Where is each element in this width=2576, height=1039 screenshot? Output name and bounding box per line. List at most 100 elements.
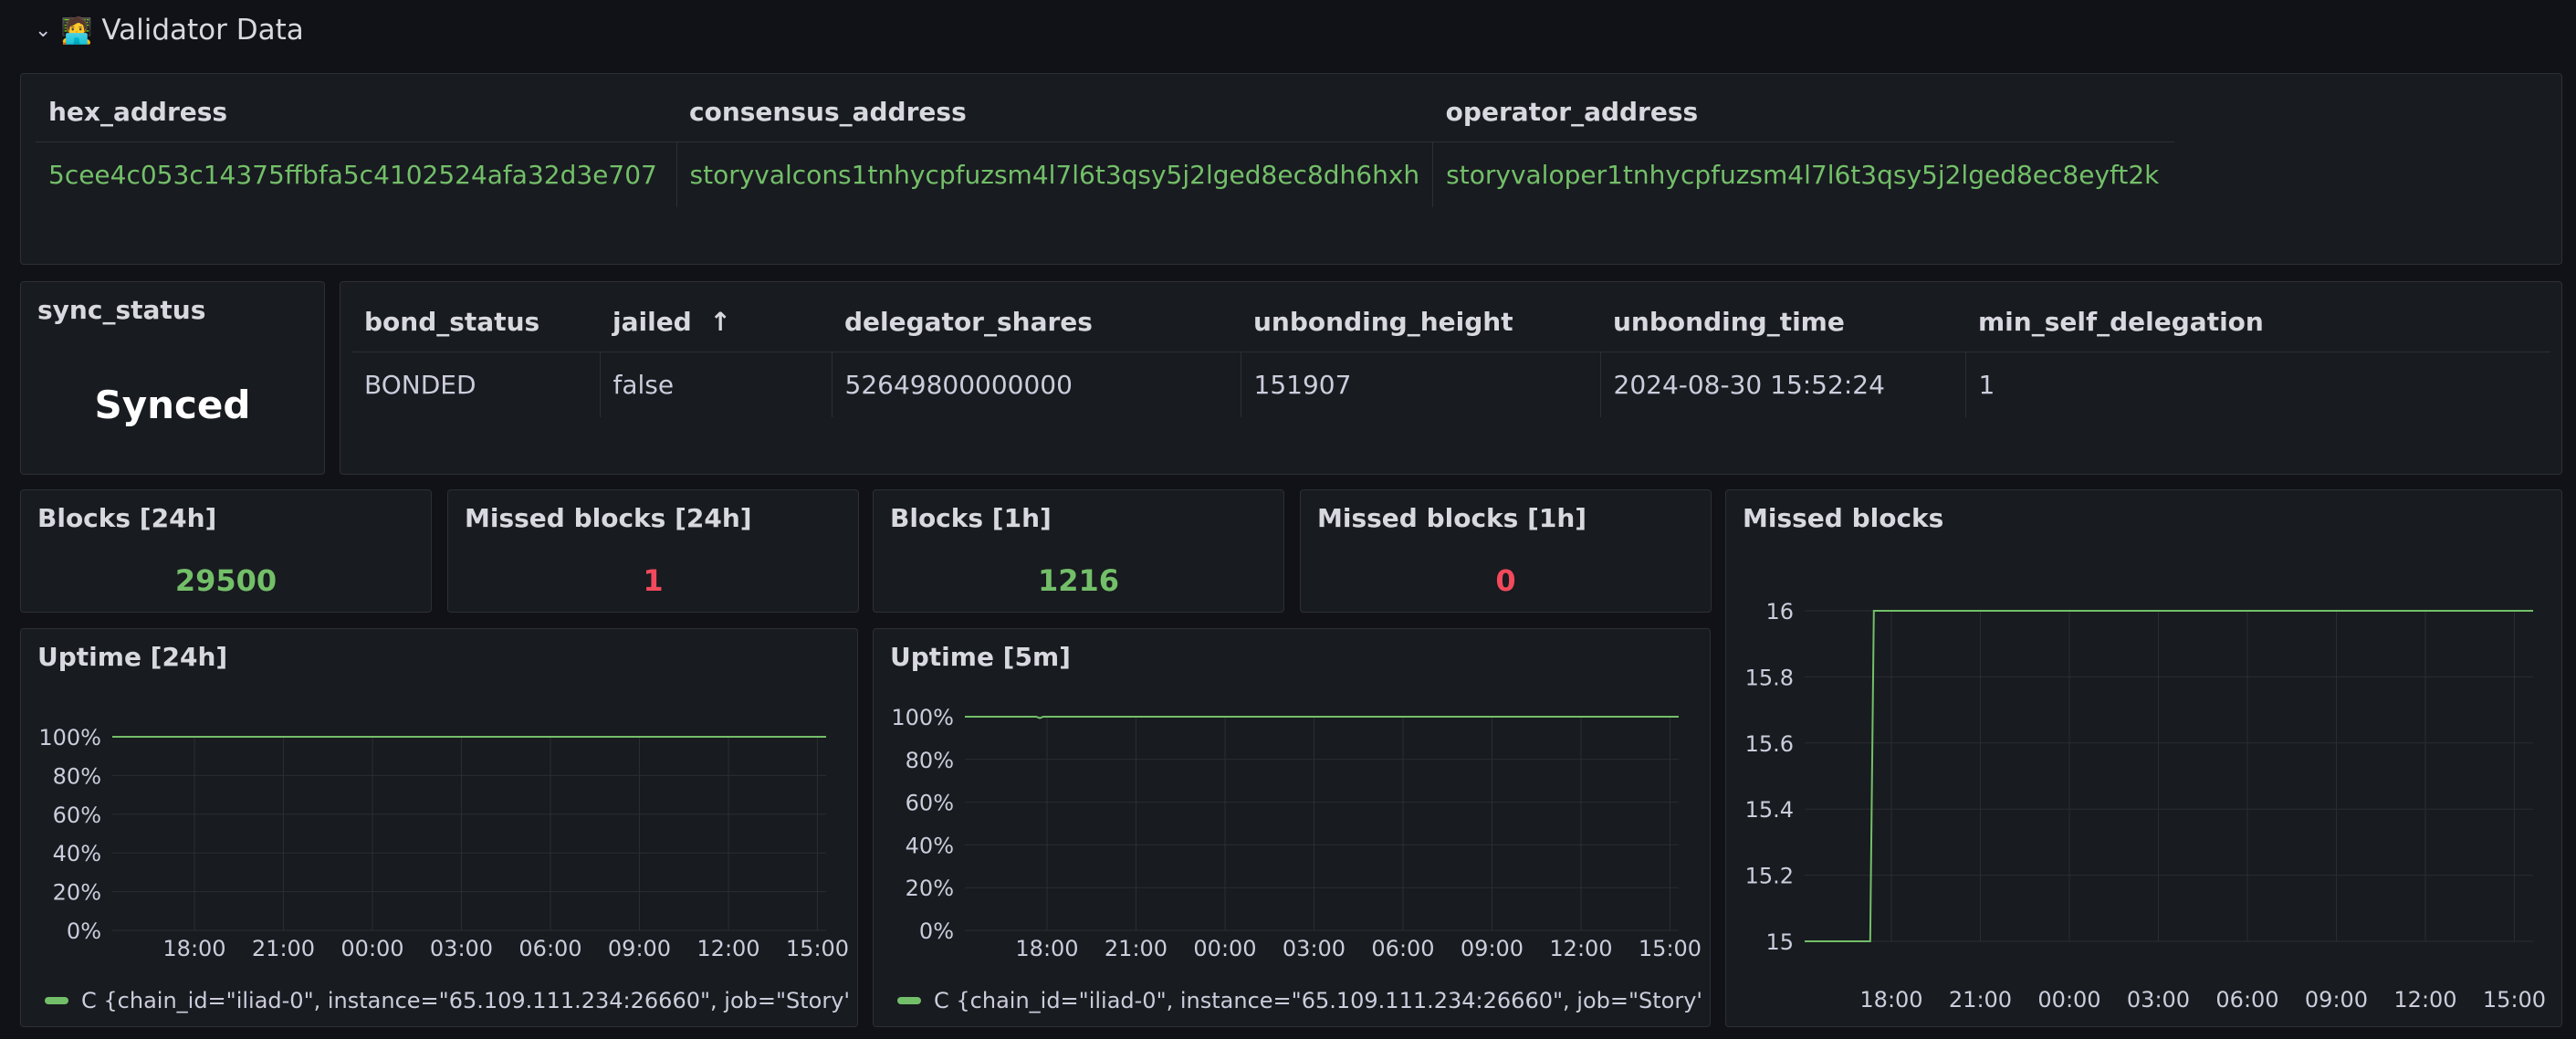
legend-swatch-icon (897, 997, 921, 1004)
x-tick-label: 21:00 (252, 936, 315, 961)
sync-status-panel: sync_status Synced (20, 281, 325, 475)
min-self-delegation-cell: 1 (1978, 369, 1995, 400)
consensus-address-cell: storyvalcons1tnhycpfuzsm4l7l6t3qsy5j2lge… (676, 142, 1434, 207)
column-header-delegator-shares[interactable]: delegator_shares (832, 293, 1241, 352)
unbonding-time-cell: 2024-08-30 15:52:24 (1600, 352, 1966, 417)
row-header-validator-data[interactable]: ⌄ 🧑‍💻 Validator Data (35, 9, 304, 51)
y-tick-label: 80% (906, 748, 954, 773)
delegator-shares-cell: 52649800000000 (832, 352, 1241, 417)
column-header-bond-status[interactable]: bond_status (351, 293, 600, 352)
x-tick-label: 03:00 (1283, 936, 1346, 961)
uptime-5m-panel: Uptime [5m] 0% 20% 40% 60% 80% 100% 18:00 21:00… (873, 628, 1711, 1027)
column-header-consensus-address[interactable]: consensus_address (676, 83, 1433, 142)
y-tick-label: 15.2 (1745, 864, 1794, 889)
technologist-icon: 🧑‍💻 (60, 15, 93, 46)
stat-panel-missed-blocks-24h: Missed blocks [24h] 1 (447, 489, 859, 613)
y-tick-label: 15 (1765, 929, 1794, 955)
y-tick-label: 16 (1765, 599, 1794, 624)
x-tick-label: 06:00 (1371, 936, 1434, 961)
x-tick-label: 03:00 (430, 936, 493, 961)
x-tick-label: 00:00 (1193, 936, 1256, 961)
x-tick-label: 12:00 (2393, 987, 2456, 1013)
jailed-cell: false (600, 352, 832, 417)
stat-value: 0 (1495, 563, 1516, 598)
missed-blocks-chart[interactable]: 15 15.2 15.4 15.6 15.8 16 18:00 21:00 00:00 03:00… (1726, 490, 2563, 1028)
panel-title: Missed blocks [24h] (465, 503, 752, 533)
x-tick-label: 18:00 (162, 936, 225, 961)
column-header-jailed-label: jailed (613, 307, 692, 338)
y-tick-label: 15.4 (1745, 797, 1794, 823)
addresses-panel: hex_address consensus_address operator_a… (20, 73, 2562, 265)
y-tick-label: 60% (53, 803, 101, 828)
legend-swatch-icon (45, 997, 68, 1004)
x-tick-label: 06:00 (518, 936, 581, 961)
x-tick-label: 00:00 (340, 936, 403, 961)
column-header-min-self-delegation[interactable]: min_self_delegation (1965, 293, 2550, 352)
y-tick-label: 100% (891, 705, 954, 730)
y-tick-label: 40% (53, 841, 101, 866)
stat-panel-missed-blocks-1h: Missed blocks [1h] 0 (1300, 489, 1712, 613)
bond-status-cell: BONDED (351, 352, 601, 417)
x-tick-label: 18:00 (1859, 987, 1922, 1013)
x-tick-label: 18:00 (1015, 936, 1078, 961)
sync-status-value: Synced (94, 383, 251, 427)
y-tick-label: 20% (53, 880, 101, 906)
x-tick-label: 21:00 (1949, 987, 2012, 1013)
panel-title: Blocks [24h] (37, 503, 217, 533)
x-tick-label: 12:00 (1549, 936, 1612, 961)
series-line (965, 716, 1679, 719)
x-tick-label: 00:00 (2037, 987, 2100, 1013)
panel-title: sync_status (37, 295, 206, 325)
legend-label: C {chain_id="iliad-0", instance="65.109.… (81, 988, 848, 1013)
y-tick-label: 20% (906, 876, 954, 901)
x-tick-label: 15:00 (786, 936, 849, 961)
addresses-table: hex_address consensus_address operator_a… (36, 83, 2174, 207)
legend-item[interactable]: C {chain_id="iliad-0", instance="65.109.… (45, 988, 848, 1013)
panel-title: Missed blocks [1h] (1317, 503, 1587, 533)
y-tick-label: 0% (919, 918, 954, 944)
stat-value: 1 (643, 563, 664, 598)
x-tick-label: 15:00 (2483, 987, 2546, 1013)
stat-value: 1216 (1037, 563, 1120, 598)
validator-status-panel: bond_status jailed ↑ delegator_shares un… (340, 281, 2562, 475)
x-tick-label: 09:00 (2305, 987, 2368, 1013)
legend-item[interactable]: C {chain_id="iliad-0", instance="65.109.… (897, 988, 1701, 1013)
y-tick-label: 60% (906, 791, 954, 816)
x-tick-label: 15:00 (1639, 936, 1702, 961)
x-tick-label: 09:00 (1461, 936, 1524, 961)
hex-address-cell: 5cee4c053c14375ffbfa5c4102524afa32d3e707 (36, 142, 677, 207)
table-row: BONDED false 52649800000000 151907 2024-… (351, 352, 2550, 417)
y-tick-label: 80% (53, 763, 101, 789)
column-header-unbonding-time[interactable]: unbonding_time (1600, 293, 1965, 352)
stat-value: 29500 (174, 563, 277, 598)
sort-ascending-icon: ↑ (709, 307, 731, 338)
chevron-down-icon[interactable]: ⌄ (35, 19, 51, 42)
stat-panel-blocks-24h: Blocks [24h] 29500 (20, 489, 432, 613)
x-tick-label: 09:00 (608, 936, 671, 961)
validator-status-table: bond_status jailed ↑ delegator_shares un… (351, 293, 2550, 417)
panel-title: Blocks [1h] (890, 503, 1052, 533)
unbonding-height-cell: 151907 (1241, 352, 1601, 417)
operator-address-cell: storyvaloper1tnhycpfuzsm4l7l6t3qsy5j2lge… (1446, 159, 2160, 190)
stat-panel-blocks-1h: Blocks [1h] 1216 (873, 489, 1284, 613)
column-header-jailed[interactable]: jailed ↑ (600, 293, 832, 352)
legend-label: C {chain_id="iliad-0", instance="65.109.… (934, 988, 1701, 1013)
x-tick-label: 03:00 (2127, 987, 2190, 1013)
column-header-hex-address[interactable]: hex_address (36, 83, 676, 142)
series-line (1805, 610, 2533, 942)
row-title: Validator Data (101, 14, 304, 47)
x-tick-label: 06:00 (2215, 987, 2278, 1013)
y-tick-label: 15.8 (1745, 665, 1794, 690)
x-tick-label: 12:00 (696, 936, 759, 961)
column-header-unbonding-height[interactable]: unbonding_height (1241, 293, 1600, 352)
uptime-5m-chart[interactable]: 0% 20% 40% 60% 80% 100% 18:00 21:00 00:00 03:00 06… (874, 629, 1712, 1028)
missed-blocks-panel: Missed blocks 15 15.2 15.4 15.6 15.8 16 18:00 2… (1725, 489, 2562, 1027)
uptime-24h-panel: Uptime [24h] 0% 20% 40% 60% 80% 100% 18:00 21:0… (20, 628, 858, 1027)
y-tick-label: 15.6 (1745, 731, 1794, 757)
y-tick-label: 40% (906, 833, 954, 858)
table-row: 5cee4c053c14375ffbfa5c4102524afa32d3e707… (36, 142, 2174, 207)
uptime-24h-chart[interactable]: 0% 20% 40% 60% 80% 100% 18:00 21:00 00:00 03:00 06… (21, 629, 859, 1028)
column-header-operator-address[interactable]: operator_address (1432, 83, 2174, 142)
y-tick-label: 100% (38, 725, 101, 750)
x-tick-label: 21:00 (1105, 936, 1168, 961)
